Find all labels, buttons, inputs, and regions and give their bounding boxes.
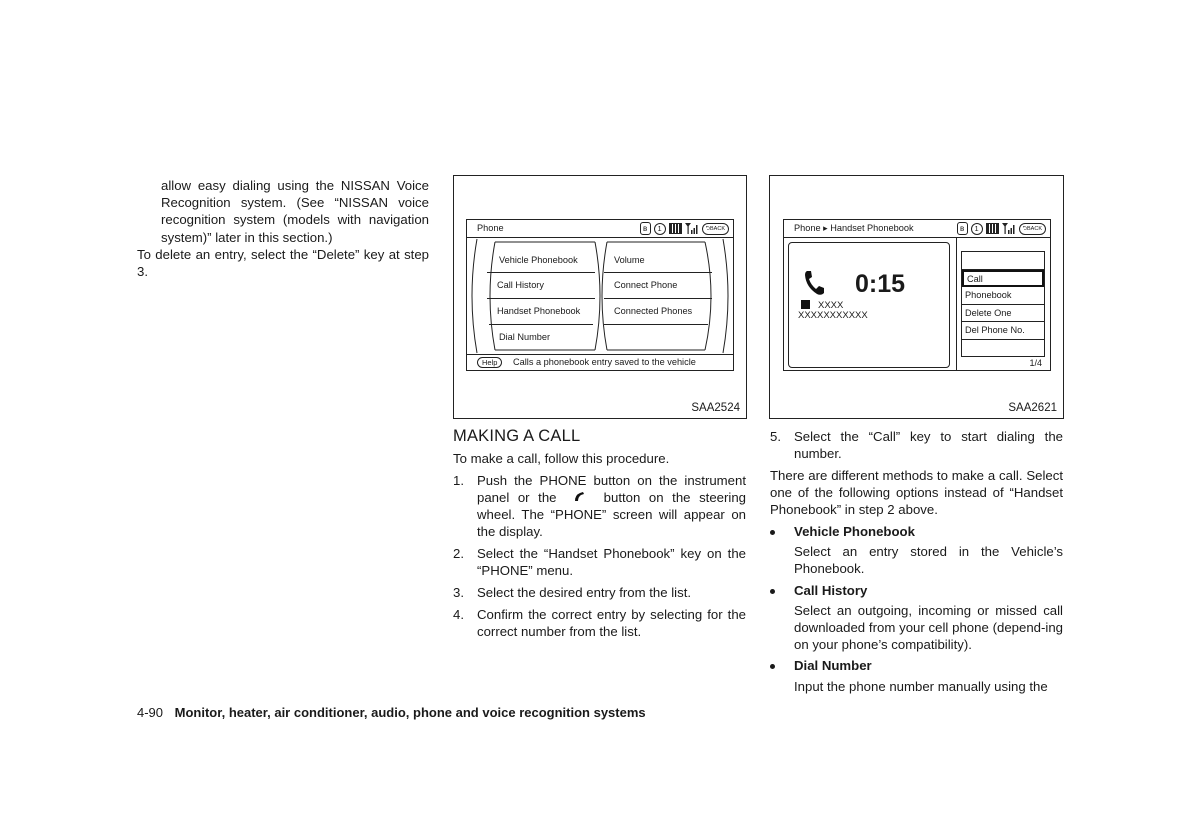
section-title: MAKING A CALL [453,427,581,445]
option-vehicle-phonebook: Vehicle Phonebook Select an entry stored… [770,523,1063,578]
step-number: 5. [770,429,781,444]
menu-label: Dial Number [499,332,551,342]
figure-phone-menu: Phone ʙ 1 ⮌BACK Vehicle Phonebook Call H… [453,175,747,419]
bluetooth-icon: ʙ [956,222,968,235]
step-text: Select the “Call” key to start dialing t… [794,429,1063,462]
bluetooth-icon: ʙ [639,222,651,235]
option-title: Dial Number [794,658,872,674]
list-item-empty [962,252,1044,270]
signal-strength-icon [1001,223,1016,234]
menu-label: Volume [614,254,645,265]
procedure-steps-cont: 5. Select the “Call” key to start dialin… [770,428,1063,462]
bullet-icon [770,664,775,670]
panel-divider [956,237,957,370]
left-column: allow easy dialing using the NISSAN Voic… [137,177,429,280]
help-text: Calls a phonebook entry saved to the veh… [513,357,696,367]
page-indicator: 1/4 [1029,358,1042,368]
status-icons: ʙ 1 ⮌BACK [639,222,729,235]
intro-text: To make a call, follow this procedure. [453,451,670,466]
menu-label: Connect Phone [614,280,678,290]
step-text: Confirm the correct entry by selecting f… [477,606,746,639]
menu-connected-phones[interactable]: Connected Phones [604,298,712,323]
phone-slot-1-icon: 1 [970,222,983,235]
menu-call-history[interactable]: Call History [487,272,595,297]
back-label: BACK [710,225,725,232]
battery-icon [985,223,999,234]
option-title: Call History [794,582,868,598]
right-column: 5. Select the “Call” key to start dialin… [770,428,1063,695]
contact-type-icon [801,300,810,309]
call-timer: 0:15 [855,270,906,298]
active-call-panel: 0:15 XXXX XXXXXXXXXXX [788,242,950,368]
continued-paragraph: allow easy dialing using the NISSAN Voic… [161,178,429,245]
figure-handset-phonebook-call: Phone ▸ Handset Phonebook ʙ 1 ⮌BACK 0:15… [769,175,1064,419]
phone-menu-screen: Phone ʙ 1 ⮌BACK Vehicle Phonebook Call H… [466,219,734,371]
call-screen: Phone ▸ Handset Phonebook ʙ 1 ⮌BACK 0:15… [783,219,1051,371]
option-desc: Input the phone number manually using th… [794,678,1048,694]
list-item-call[interactable]: Call [962,269,1044,287]
menu-label: Handset Phonebook [497,306,581,316]
step-number: 2. [453,546,464,562]
methods-intro: There are different methods to make a ca… [770,467,1063,518]
menu-empty-slot [604,324,708,349]
step-item: 3. Select the desired entry from the lis… [453,584,746,601]
screen-title-bar: Phone ▸ Handset Phonebook ʙ 1 ⮌BACK [784,220,1050,238]
option-desc: Select an entry stored in the Vehicle’s … [794,544,1063,577]
list-item-delete-one[interactable]: Delete One [962,305,1044,322]
action-list: Call Phonebook Delete One Del Phone No. [961,251,1045,357]
option-title: Vehicle Phonebook [794,524,915,540]
option-dial-number: Dial Number Input the phone number manua… [770,657,1063,694]
bullet-icon [770,530,775,536]
help-button[interactable]: Help [477,357,503,368]
option-call-history: Call History Select an outgoing, incomin… [770,582,1063,654]
step-item: 4. Confirm the correct entry by selectin… [453,606,746,640]
back-label: BACK [1027,225,1042,232]
list-item-empty [962,340,1044,358]
menu-dial-number[interactable]: Dial Number [489,324,593,349]
menu-label: Call History [497,280,544,290]
option-desc: Select an outgoing, incoming or missed c… [794,602,1063,653]
figure-code: SAA2621 [1008,402,1057,414]
menu-label: Vehicle Phonebook [499,254,578,265]
menu-label: Connected Phones [614,306,693,316]
contact-number: XXXXXXXXXXX [798,310,868,321]
step-text: Select the desired entry from the list. [477,584,692,600]
back-button-icon[interactable]: ⮌BACK [701,222,729,235]
page-number: 4-90 [137,705,164,720]
chapter-title: Monitor, heater, air conditioner, audio,… [174,705,646,720]
phone-slot-1-icon: 1 [653,222,666,235]
step-item: 1. Push the PHONE button on the instrume… [453,472,746,541]
screen-title: Phone [477,223,504,233]
phone-handset-icon [575,491,585,501]
step-item: 5. Select the “Call” key to start dialin… [770,428,1063,462]
list-item-del-phone-no[interactable]: Del Phone No. [962,322,1044,340]
step-number: 1. [453,472,464,488]
screen-breadcrumb: Phone ▸ Handset Phonebook [794,223,914,233]
help-bar: Help Calls a phonebook entry saved to th… [467,354,733,370]
figure-code: SAA2524 [691,402,740,414]
status-icons: ʙ 1 ⮌BACK [956,222,1046,235]
page-footer: 4-90 Monitor, heater, air conditioner, a… [137,705,646,720]
menu-volume[interactable]: Volume [604,247,708,272]
back-button-icon[interactable]: ⮌BACK [1018,222,1046,235]
menu-connect-phone[interactable]: Connect Phone [604,272,712,297]
step-number: 4. [453,606,464,622]
step-item: 2. Select the “Handset Phonebook” key on… [453,545,746,579]
screen-title-bar: Phone ʙ 1 ⮌BACK [467,220,733,238]
middle-column: MAKING A CALL To make a call, follow thi… [453,427,746,645]
delete-note: To delete an entry, select the “Delete” … [137,246,429,280]
phone-handset-icon [805,271,824,295]
signal-strength-icon [684,223,699,234]
menu-handset-phonebook[interactable]: Handset Phonebook [487,298,595,323]
step-text: Select the “Handset Phonebook” key on th… [477,546,746,579]
battery-icon [668,223,682,234]
list-item-phonebook[interactable]: Phonebook [962,287,1044,305]
menu-vehicle-phonebook[interactable]: Vehicle Phonebook [489,247,593,272]
procedure-steps: 1. Push the PHONE button on the instrume… [453,472,746,640]
step-number: 3. [453,584,464,600]
bullet-icon [770,588,775,594]
